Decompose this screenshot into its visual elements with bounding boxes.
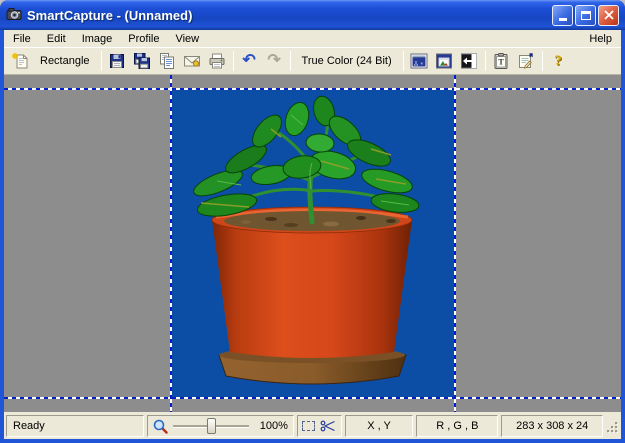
menu-view[interactable]: View: [167, 32, 207, 46]
new-capture-icon: [11, 52, 29, 70]
minimize-button[interactable]: [552, 5, 573, 26]
toolbar-separator: [290, 51, 291, 71]
properties-button[interactable]: [514, 50, 539, 72]
toolbar-separator: [485, 51, 486, 71]
properties-icon: [517, 52, 535, 70]
undo-button[interactable]: ↶: [237, 50, 262, 72]
menu-edit[interactable]: Edit: [39, 32, 74, 46]
toolbar: Rectangle: [4, 47, 621, 75]
redo-button[interactable]: ↷: [262, 50, 287, 72]
resize-grip[interactable]: [606, 421, 619, 437]
selection-guide-left[interactable]: [170, 75, 172, 412]
help-icon: ?: [554, 54, 562, 69]
new-capture-button[interactable]: [7, 50, 32, 72]
save-button[interactable]: [105, 50, 130, 72]
zoom-slider-thumb[interactable]: [207, 418, 216, 434]
zoom-percent: 100%: [260, 420, 288, 432]
toolbar-separator: [233, 51, 234, 71]
window-title: SmartCapture - (Unnamed): [27, 8, 552, 23]
title-bar[interactable]: SmartCapture - (Unnamed): [0, 0, 625, 30]
minimize-icon: [559, 18, 567, 21]
print-icon: [208, 52, 226, 70]
cursor-coords-label: X , Y: [345, 415, 414, 437]
copy-button[interactable]: [155, 50, 180, 72]
captured-image[interactable]: [171, 89, 454, 397]
maximize-icon: [581, 11, 591, 20]
selection-guide-right[interactable]: [454, 75, 456, 412]
toolbar-separator: [542, 51, 543, 71]
desktop-capture-icon: [410, 52, 428, 70]
scissors-icon[interactable]: [320, 420, 336, 432]
zoom-panel: 100%: [147, 415, 294, 437]
close-button[interactable]: [598, 5, 619, 26]
window-controls: [552, 5, 619, 26]
menu-profile[interactable]: Profile: [120, 32, 167, 46]
selection-guide-top[interactable]: [4, 88, 621, 90]
capture-mode-label[interactable]: Rectangle: [32, 55, 98, 67]
clipboard-text-icon: T: [492, 52, 510, 70]
color-depth-label[interactable]: True Color (24 Bit): [294, 55, 400, 67]
selection-guide-bottom[interactable]: [4, 397, 621, 399]
desktop-capture-button[interactable]: [407, 50, 432, 72]
image-dimensions: 283 x 308 x 24: [501, 415, 603, 437]
undo-icon: ↶: [242, 53, 255, 69]
copy-icon: [158, 52, 176, 70]
status-bar: Ready 100% X , Y R , G: [4, 412, 621, 439]
region-arrow-button[interactable]: [457, 50, 482, 72]
selection-rect-icon[interactable]: [302, 421, 315, 431]
svg-text:T: T: [498, 58, 504, 67]
status-message: Ready: [6, 415, 144, 437]
email-button[interactable]: [180, 50, 205, 72]
zoom-slider[interactable]: [173, 425, 249, 428]
workspace[interactable]: [4, 75, 621, 412]
save-all-icon: [133, 52, 151, 70]
clipboard-text-button[interactable]: T: [489, 50, 514, 72]
save-icon: [108, 52, 126, 70]
close-icon: [604, 10, 614, 20]
help-button[interactable]: ?: [546, 50, 571, 72]
menu-help[interactable]: Help: [581, 32, 620, 46]
image-window-button[interactable]: [432, 50, 457, 72]
zoom-magnifier-icon: [153, 419, 168, 434]
maximize-button[interactable]: [575, 5, 596, 26]
pixel-rgb-label: R , G , B: [416, 415, 498, 437]
menu-bar: File Edit Image Profile View Help: [4, 30, 621, 47]
email-icon: [183, 52, 201, 70]
redo-icon: ↷: [267, 53, 280, 69]
region-arrow-icon: [460, 52, 478, 70]
window-content: File Edit Image Profile View Help Rectan…: [4, 30, 621, 439]
toolbar-separator: [403, 51, 404, 71]
camera-icon: [6, 6, 22, 25]
menu-image[interactable]: Image: [74, 32, 121, 46]
menu-file[interactable]: File: [5, 32, 39, 46]
print-button[interactable]: [205, 50, 230, 72]
toolbar-separator: [101, 51, 102, 71]
save-all-button[interactable]: [130, 50, 155, 72]
selection-tools-panel: [297, 415, 342, 437]
image-window-icon: [435, 52, 453, 70]
app-window: SmartCapture - (Unnamed) File Edit Image…: [0, 0, 625, 443]
